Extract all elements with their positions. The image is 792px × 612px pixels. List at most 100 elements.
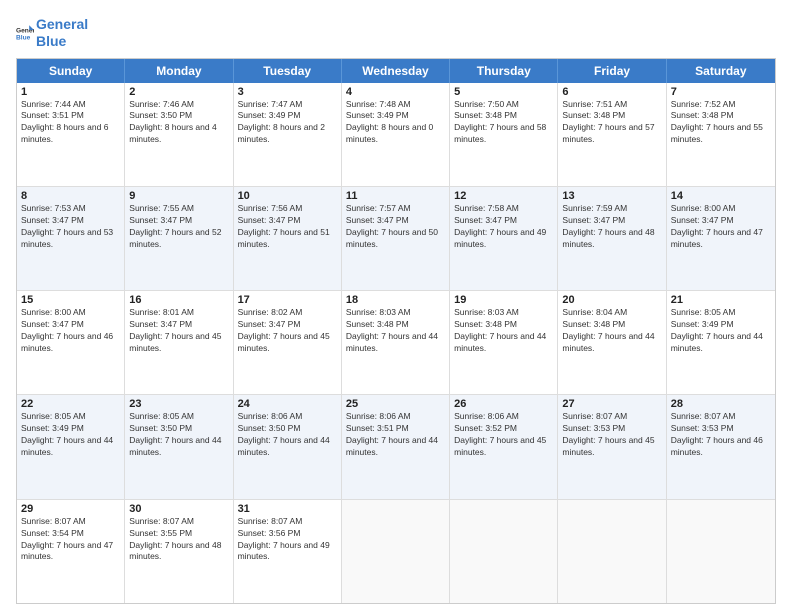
day-info: Sunrise: 7:50 AMSunset: 3:48 PMDaylight:… [454,99,553,147]
day-number: 20 [562,294,661,306]
calendar-body: 1Sunrise: 7:44 AMSunset: 3:51 PMDaylight… [17,83,775,603]
day-number: 26 [454,398,553,410]
day-info: Sunrise: 7:51 AMSunset: 3:48 PMDaylight:… [562,99,661,147]
calendar-day-cell: 23Sunrise: 8:05 AMSunset: 3:50 PMDayligh… [125,395,233,498]
calendar-day-cell: 22Sunrise: 8:05 AMSunset: 3:49 PMDayligh… [17,395,125,498]
calendar-day-cell: 8Sunrise: 7:53 AMSunset: 3:47 PMDaylight… [17,187,125,290]
calendar-day-cell: 1Sunrise: 7:44 AMSunset: 3:51 PMDaylight… [17,83,125,186]
calendar-day-cell: 27Sunrise: 8:07 AMSunset: 3:53 PMDayligh… [558,395,666,498]
header: General Blue General Blue [16,16,776,50]
day-info: Sunrise: 7:44 AMSunset: 3:51 PMDaylight:… [21,99,120,147]
calendar-empty-cell [342,500,450,603]
day-info: Sunrise: 8:05 AMSunset: 3:49 PMDaylight:… [671,307,771,355]
day-number: 2 [129,86,228,98]
day-info: Sunrise: 8:07 AMSunset: 3:53 PMDaylight:… [671,411,771,459]
day-number: 23 [129,398,228,410]
calendar-day-cell: 25Sunrise: 8:06 AMSunset: 3:51 PMDayligh… [342,395,450,498]
calendar-week-row: 29Sunrise: 8:07 AMSunset: 3:54 PMDayligh… [17,500,775,603]
logo: General Blue General Blue [16,16,88,50]
day-number: 22 [21,398,120,410]
day-number: 5 [454,86,553,98]
calendar-week-row: 8Sunrise: 7:53 AMSunset: 3:47 PMDaylight… [17,187,775,291]
calendar-day-cell: 21Sunrise: 8:05 AMSunset: 3:49 PMDayligh… [667,291,775,394]
day-info: Sunrise: 8:02 AMSunset: 3:47 PMDaylight:… [238,307,337,355]
day-info: Sunrise: 8:01 AMSunset: 3:47 PMDaylight:… [129,307,228,355]
day-number: 31 [238,503,337,515]
calendar-day-cell: 16Sunrise: 8:01 AMSunset: 3:47 PMDayligh… [125,291,233,394]
day-number: 12 [454,190,553,202]
day-info: Sunrise: 8:07 AMSunset: 3:56 PMDaylight:… [238,516,337,564]
logo-text: General Blue [36,16,88,50]
calendar-day-cell: 28Sunrise: 8:07 AMSunset: 3:53 PMDayligh… [667,395,775,498]
day-number: 19 [454,294,553,306]
day-number: 1 [21,86,120,98]
day-info: Sunrise: 7:58 AMSunset: 3:47 PMDaylight:… [454,203,553,251]
calendar-week-row: 15Sunrise: 8:00 AMSunset: 3:47 PMDayligh… [17,291,775,395]
day-info: Sunrise: 7:57 AMSunset: 3:47 PMDaylight:… [346,203,445,251]
calendar-day-cell: 4Sunrise: 7:48 AMSunset: 3:49 PMDaylight… [342,83,450,186]
calendar-day-cell: 26Sunrise: 8:06 AMSunset: 3:52 PMDayligh… [450,395,558,498]
calendar-header-row: SundayMondayTuesdayWednesdayThursdayFrid… [17,59,775,83]
day-number: 16 [129,294,228,306]
calendar-day-cell: 19Sunrise: 8:03 AMSunset: 3:48 PMDayligh… [450,291,558,394]
day-number: 6 [562,86,661,98]
page: General Blue General Blue SundayMondayTu… [0,0,792,612]
day-info: Sunrise: 7:59 AMSunset: 3:47 PMDaylight:… [562,203,661,251]
day-info: Sunrise: 7:46 AMSunset: 3:50 PMDaylight:… [129,99,228,147]
calendar-day-cell: 6Sunrise: 7:51 AMSunset: 3:48 PMDaylight… [558,83,666,186]
day-info: Sunrise: 7:53 AMSunset: 3:47 PMDaylight:… [21,203,120,251]
day-info: Sunrise: 8:06 AMSunset: 3:52 PMDaylight:… [454,411,553,459]
day-info: Sunrise: 7:52 AMSunset: 3:48 PMDaylight:… [671,99,771,147]
calendar-day-cell: 17Sunrise: 8:02 AMSunset: 3:47 PMDayligh… [234,291,342,394]
calendar-header-cell: Friday [558,59,666,83]
calendar-day-cell: 31Sunrise: 8:07 AMSunset: 3:56 PMDayligh… [234,500,342,603]
calendar-week-row: 1Sunrise: 7:44 AMSunset: 3:51 PMDaylight… [17,83,775,187]
calendar-day-cell: 14Sunrise: 8:00 AMSunset: 3:47 PMDayligh… [667,187,775,290]
calendar-day-cell: 13Sunrise: 7:59 AMSunset: 3:47 PMDayligh… [558,187,666,290]
calendar-day-cell: 2Sunrise: 7:46 AMSunset: 3:50 PMDaylight… [125,83,233,186]
day-number: 4 [346,86,445,98]
calendar-day-cell: 18Sunrise: 8:03 AMSunset: 3:48 PMDayligh… [342,291,450,394]
calendar-header-cell: Monday [125,59,233,83]
calendar-day-cell: 29Sunrise: 8:07 AMSunset: 3:54 PMDayligh… [17,500,125,603]
day-number: 13 [562,190,661,202]
day-info: Sunrise: 8:03 AMSunset: 3:48 PMDaylight:… [454,307,553,355]
calendar-day-cell: 30Sunrise: 8:07 AMSunset: 3:55 PMDayligh… [125,500,233,603]
day-number: 21 [671,294,771,306]
calendar-header-cell: Saturday [667,59,775,83]
calendar-day-cell: 3Sunrise: 7:47 AMSunset: 3:49 PMDaylight… [234,83,342,186]
day-info: Sunrise: 8:06 AMSunset: 3:51 PMDaylight:… [346,411,445,459]
day-info: Sunrise: 7:48 AMSunset: 3:49 PMDaylight:… [346,99,445,147]
day-info: Sunrise: 8:06 AMSunset: 3:50 PMDaylight:… [238,411,337,459]
day-info: Sunrise: 7:56 AMSunset: 3:47 PMDaylight:… [238,203,337,251]
calendar-day-cell: 7Sunrise: 7:52 AMSunset: 3:48 PMDaylight… [667,83,775,186]
day-number: 10 [238,190,337,202]
logo-icon: General Blue [16,24,34,42]
day-number: 25 [346,398,445,410]
calendar-day-cell: 20Sunrise: 8:04 AMSunset: 3:48 PMDayligh… [558,291,666,394]
calendar-day-cell: 24Sunrise: 8:06 AMSunset: 3:50 PMDayligh… [234,395,342,498]
day-info: Sunrise: 8:05 AMSunset: 3:49 PMDaylight:… [21,411,120,459]
day-info: Sunrise: 8:00 AMSunset: 3:47 PMDaylight:… [21,307,120,355]
day-number: 24 [238,398,337,410]
day-info: Sunrise: 7:55 AMSunset: 3:47 PMDaylight:… [129,203,228,251]
calendar-day-cell: 11Sunrise: 7:57 AMSunset: 3:47 PMDayligh… [342,187,450,290]
day-info: Sunrise: 8:07 AMSunset: 3:54 PMDaylight:… [21,516,120,564]
calendar-day-cell: 12Sunrise: 7:58 AMSunset: 3:47 PMDayligh… [450,187,558,290]
day-number: 28 [671,398,771,410]
calendar-day-cell: 10Sunrise: 7:56 AMSunset: 3:47 PMDayligh… [234,187,342,290]
day-number: 14 [671,190,771,202]
day-number: 7 [671,86,771,98]
calendar-day-cell: 15Sunrise: 8:00 AMSunset: 3:47 PMDayligh… [17,291,125,394]
day-number: 11 [346,190,445,202]
day-number: 8 [21,190,120,202]
calendar-header-cell: Tuesday [234,59,342,83]
day-info: Sunrise: 8:07 AMSunset: 3:53 PMDaylight:… [562,411,661,459]
day-number: 27 [562,398,661,410]
day-info: Sunrise: 8:00 AMSunset: 3:47 PMDaylight:… [671,203,771,251]
calendar-header-cell: Thursday [450,59,558,83]
day-info: Sunrise: 7:47 AMSunset: 3:49 PMDaylight:… [238,99,337,147]
day-number: 30 [129,503,228,515]
day-number: 17 [238,294,337,306]
day-info: Sunrise: 8:04 AMSunset: 3:48 PMDaylight:… [562,307,661,355]
